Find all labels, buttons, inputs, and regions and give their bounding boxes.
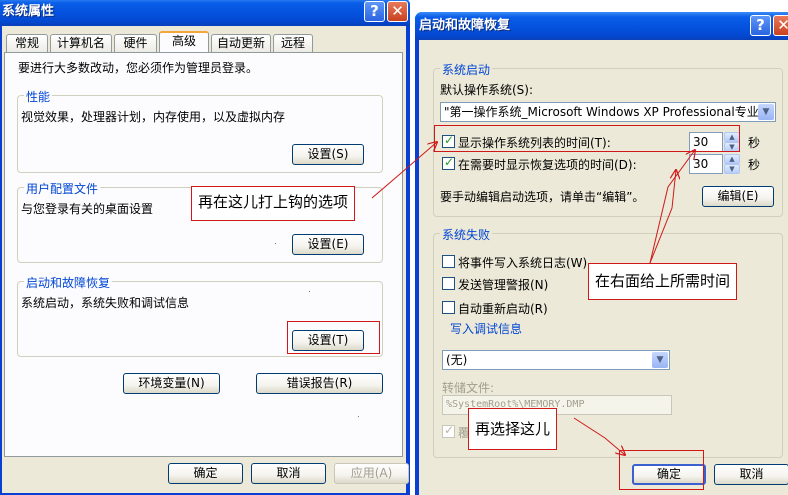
speck <box>309 291 310 292</box>
default-os-value: "第一操作系统_Microsoft Windows XP Professiona… <box>444 105 759 119</box>
dump-file-label: 转储文件: <box>442 381 495 395</box>
system-properties-window: 系统属性 ? ✕ 常规 计算机名 硬件 高级 自动更新 远程 要进行大多数改动，… <box>0 0 410 495</box>
annotation-check-here: 再在这儿打上钩的选项 <box>191 186 356 221</box>
close-icon[interactable]: ✕ <box>387 1 408 22</box>
chevron-down-icon[interactable]: ▼ <box>758 104 774 120</box>
user-profiles-settings-button[interactable]: 设置(E) <box>292 234 364 255</box>
write-event-label: 将事件写入系统日志(W) <box>458 256 588 270</box>
default-os-select[interactable]: "第一操作系统_Microsoft Windows XP Professiona… <box>440 102 776 122</box>
edit-startup-hint: 要手动编辑启动选项，请单击“编辑”。 <box>440 190 645 204</box>
performance-group: 性能 视觉效果，处理器计划，内存使用，以及虚拟内存 设置(S) <box>17 88 383 173</box>
performance-group-title: 性能 <box>24 88 53 105</box>
system-properties-client: 常规 计算机名 硬件 高级 自动更新 远程 要进行大多数改动，您必须作为管理员登… <box>2 26 409 493</box>
startup-recovery-group-title: 启动和故障恢复 <box>24 274 113 291</box>
system-properties-cancel-button[interactable]: 取消 <box>251 463 326 484</box>
tab-hardware[interactable]: 硬件 <box>114 34 157 52</box>
send-alert-checkbox[interactable] <box>442 277 455 290</box>
show-recovery-seconds-input[interactable]: 30 <box>689 154 723 174</box>
tab-advanced[interactable]: 高级 <box>159 31 209 52</box>
user-profiles-description: 与您登录有关的桌面设置 <box>21 202 154 216</box>
speck <box>275 243 276 244</box>
edit-startup-button[interactable]: 编辑(E) <box>702 186 774 207</box>
performance-settings-button[interactable]: 设置(S) <box>292 144 364 165</box>
system-failure-group-title: 系统失败 <box>440 226 493 243</box>
advanced-tab-panel: 要进行大多数改动，您必须作为管理员登录。 性能 视觉效果，处理器计划，内存使用，… <box>4 52 403 457</box>
startup-recovery-cancel-button[interactable]: 取消 <box>714 464 788 485</box>
spin-up-icon[interactable]: ▲ <box>724 154 740 164</box>
auto-restart-checkbox[interactable] <box>442 301 455 314</box>
spin-down-icon[interactable]: ▼ <box>724 164 740 174</box>
annotation-set-time: 在右面给上所需时间 <box>588 263 738 300</box>
tab-automatic-updates[interactable]: 自动更新 <box>211 34 271 52</box>
system-properties-titlebar[interactable]: 系统属性 <box>0 0 410 26</box>
system-startup-group-title: 系统启动 <box>440 61 493 78</box>
default-os-label: 默认操作系统(S): <box>440 83 534 97</box>
highlight-show-os-list-option <box>434 125 740 152</box>
startup-recovery-description: 系统启动，系统失败和调试信息 <box>21 296 190 310</box>
startup-recovery-titlebar[interactable]: 启动和故障恢复 <box>415 12 788 40</box>
startup-recovery-title: 启动和故障恢复 <box>419 18 511 33</box>
show-recovery-label: 在需要时显示恢复选项的时间(D): <box>458 158 637 172</box>
admin-notice: 要进行大多数改动，您必须作为管理员登录。 <box>18 61 259 75</box>
system-properties-title: 系统属性 <box>2 4 55 19</box>
chevron-down-icon[interactable]: ▼ <box>652 352 668 368</box>
tab-general[interactable]: 常规 <box>6 34 48 52</box>
system-properties-apply-button[interactable]: 应用(A) <box>334 463 409 484</box>
tab-remote[interactable]: 远程 <box>273 34 313 52</box>
tab-computer-name[interactable]: 计算机名 <box>50 34 112 52</box>
debug-info-title: 写入调试信息 <box>448 320 525 337</box>
debug-info-select[interactable]: (无) ▼ <box>442 350 670 370</box>
debug-info-value: (无) <box>446 353 468 367</box>
help-icon[interactable]: ? <box>750 15 771 36</box>
speck <box>358 416 359 417</box>
performance-description: 视觉效果，处理器计划，内存使用，以及虚拟内存 <box>21 110 286 124</box>
close-icon[interactable]: ✕ <box>773 15 788 36</box>
send-alert-label: 发送管理警报(N) <box>458 278 549 292</box>
environment-variables-button[interactable]: 环境变量(N) <box>123 373 220 394</box>
annotation-select-here: 再选择这儿 <box>468 408 558 450</box>
show-os-list-seconds-unit: 秒 <box>748 136 761 150</box>
show-recovery-spinner[interactable]: ▲ ▼ <box>724 154 740 174</box>
show-recovery-seconds-unit: 秒 <box>748 158 761 172</box>
highlight-startup-settings-button <box>287 321 380 354</box>
system-properties-ok-button[interactable]: 确定 <box>168 463 243 484</box>
highlight-ok-button <box>619 450 704 490</box>
show-recovery-checkbox[interactable] <box>442 155 455 170</box>
help-icon[interactable]: ? <box>364 1 385 22</box>
auto-restart-label: 自动重新启动(R) <box>458 302 548 316</box>
write-event-checkbox[interactable] <box>442 255 455 268</box>
error-reporting-button[interactable]: 错误报告(R) <box>256 373 383 394</box>
user-profiles-group-title: 用户配置文件 <box>24 180 101 197</box>
overwrite-file-checkbox[interactable] <box>442 423 455 438</box>
